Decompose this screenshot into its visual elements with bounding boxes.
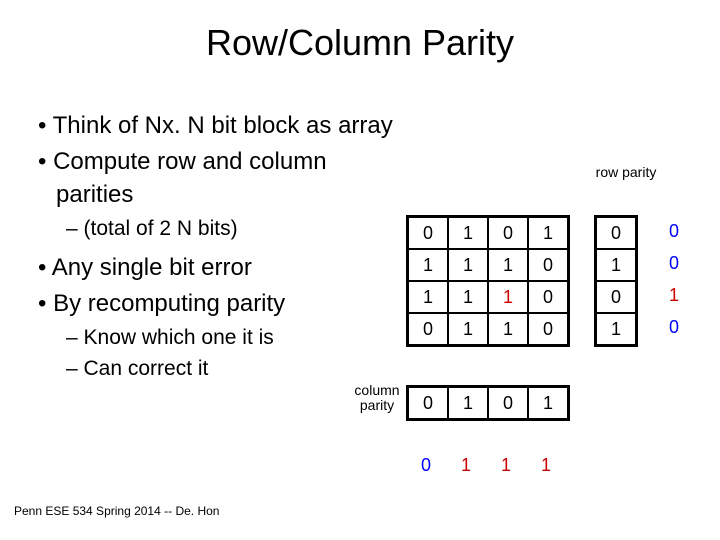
syndrome-cell: 1: [664, 279, 684, 311]
parity-cell: 0: [408, 387, 448, 419]
row-syndrome: 0 0 1 0: [664, 215, 684, 343]
syndrome-cell: 0: [406, 455, 446, 476]
parity-cell: 1: [596, 249, 636, 281]
column-parity-row: 0 1 0 1: [406, 385, 570, 421]
syndrome-cell: 0: [664, 215, 684, 247]
subbullet-item: Know which one it is: [82, 324, 408, 352]
slide-title: Row/Column Parity: [0, 0, 720, 74]
data-cell: 0: [408, 313, 448, 345]
slide-content: Think of Nx. N bit block as array Comput…: [38, 110, 408, 391]
data-cell: 0: [528, 249, 568, 281]
row-parity-label: row parity: [591, 165, 661, 180]
data-cell: 0: [408, 217, 448, 249]
data-cell: 1: [448, 249, 488, 281]
parity-cell: 1: [528, 387, 568, 419]
column-parity-label: column parity: [348, 383, 406, 414]
syndrome-cell: 0: [664, 311, 684, 343]
data-cell: 0: [528, 281, 568, 313]
data-cell: 1: [408, 249, 448, 281]
parity-cell: 1: [448, 387, 488, 419]
syndrome-cell: 1: [446, 455, 486, 476]
subbullet-item: (total of 2 N bits): [82, 215, 408, 243]
syndrome-cell: 0: [664, 247, 684, 279]
bullet-item: Any single bit error: [56, 252, 408, 284]
data-cell: 1: [448, 281, 488, 313]
parity-cell: 0: [596, 281, 636, 313]
data-cell: 1: [488, 313, 528, 345]
parity-cell: 0: [488, 387, 528, 419]
parity-cell: 1: [596, 313, 636, 345]
slide-footer: Penn ESE 534 Spring 2014 -- De. Hon: [14, 504, 219, 518]
error-cell: 1: [488, 281, 528, 313]
column-syndrome: 0 1 1 1: [406, 455, 566, 476]
data-cell: 1: [408, 281, 448, 313]
subbullet-item: Can correct it: [82, 355, 408, 383]
syndrome-cell: 1: [486, 455, 526, 476]
row-parity-column: 0 1 0 1: [594, 215, 638, 347]
bullet-item: By recomputing parity: [56, 288, 408, 320]
parity-cell: 0: [596, 217, 636, 249]
syndrome-cell: 1: [526, 455, 566, 476]
data-cell: 1: [528, 217, 568, 249]
bullet-item: Compute row and column parities: [56, 146, 408, 211]
data-cell: 1: [448, 217, 488, 249]
bullet-item: Think of Nx. N bit block as array: [56, 110, 408, 142]
slide: Row/Column Parity Think of Nx. N bit blo…: [0, 0, 720, 540]
data-cell: 0: [528, 313, 568, 345]
data-cell: 1: [448, 313, 488, 345]
data-block: 0 1 0 1 1 1 1 0 1 1 1 0 0 1 1 0: [406, 215, 570, 347]
data-cell: 1: [488, 249, 528, 281]
data-cell: 0: [488, 217, 528, 249]
